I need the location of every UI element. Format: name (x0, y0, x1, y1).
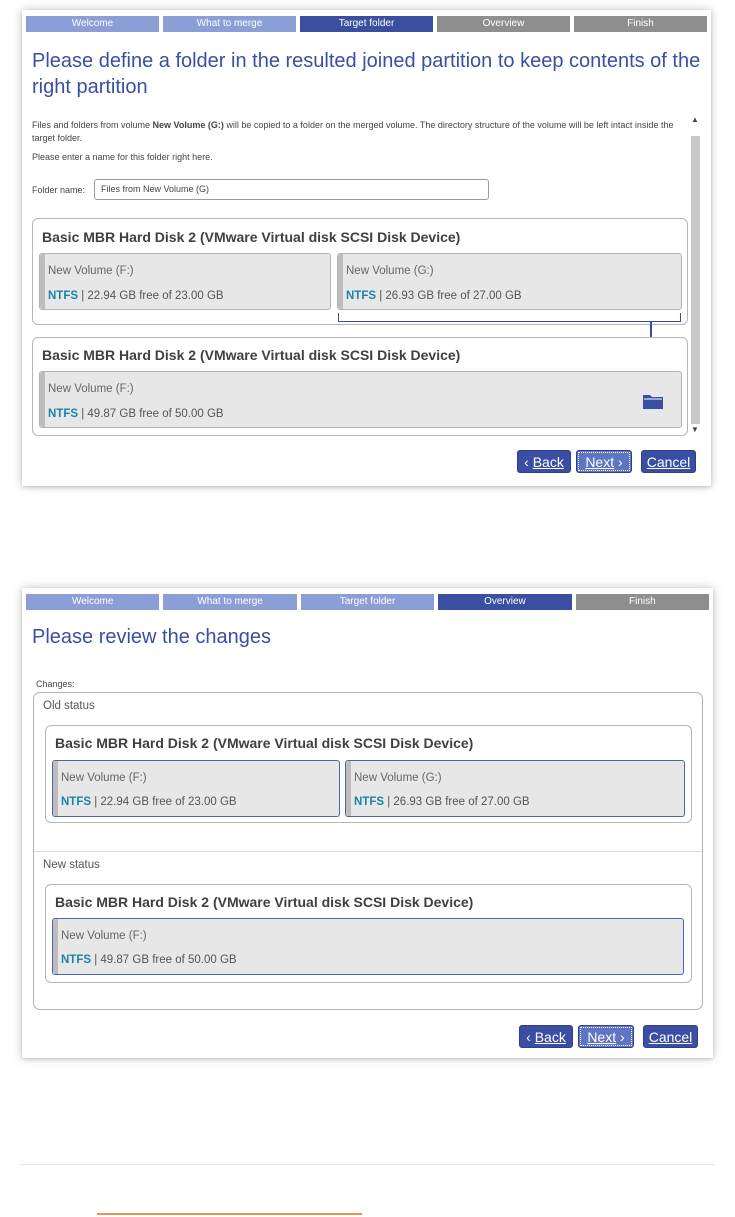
partition-space: | 49.87 GB free of 50.00 GB (91, 954, 237, 966)
partition-g[interactable]: New Volume (G:) NTFS | 26.93 GB free of … (337, 253, 682, 310)
partition-info: NTFS | 49.87 GB free of 50.00 GB (61, 953, 237, 967)
partition-selection-bracket (338, 313, 681, 322)
step-overview: Overview (437, 16, 570, 32)
disk-card-result: Basic MBR Hard Disk 2 (VMware Virtual di… (32, 337, 688, 436)
cancel-button[interactable]: Cancel (643, 1025, 698, 1048)
wizard-target-folder-panel: Welcome What to merge Target folder Over… (22, 10, 711, 486)
step-target-folder: Target folder (300, 16, 433, 32)
partition-space: | 22.94 GB free of 23.00 GB (78, 290, 224, 302)
back-button[interactable]: ‹ Back (519, 1025, 573, 1048)
scroll-down-icon[interactable]: ▼ (689, 424, 701, 436)
page-title: Please review the changes (32, 626, 272, 648)
partition-info: NTFS | 26.93 GB free of 27.00 GB (346, 289, 522, 303)
disk-card-old: Basic MBR Hard Disk 2 (VMware Virtual di… (45, 725, 692, 823)
cancel-label: Cancel (646, 454, 691, 470)
filesystem-label: NTFS (48, 290, 79, 302)
partition-f[interactable]: New Volume (F:) NTFS | 22.94 GB free of … (39, 253, 331, 310)
partition-info: NTFS | 26.93 GB free of 27.00 GB (354, 795, 530, 809)
disk-card-current: Basic MBR Hard Disk 2 (VMware Virtual di… (32, 218, 688, 325)
partition-merged[interactable]: New Volume (F:) NTFS | 49.87 GB free of … (39, 371, 682, 428)
partition-space: | 26.93 GB free of 27.00 GB (376, 290, 522, 302)
partition-merged[interactable]: New Volume (F:) NTFS | 49.87 GB free of … (52, 918, 684, 975)
step-what-to-merge: What to merge (163, 16, 296, 32)
partition-name: New Volume (F:) (61, 772, 147, 784)
wizard-steps: Welcome What to merge Target folder Over… (26, 16, 707, 32)
next-button[interactable]: Next › (576, 450, 632, 473)
filesystem-label: NTFS (61, 796, 92, 808)
step-finish: Finish (574, 16, 707, 32)
next-label: Next (585, 454, 615, 470)
step-finish: Finish (575, 594, 710, 610)
scroll-thumb[interactable] (691, 136, 700, 424)
step-what-to-merge: What to merge (163, 594, 297, 610)
next-button[interactable]: Next › (578, 1025, 634, 1048)
disk-title: Basic MBR Hard Disk 2 (VMware Virtual di… (42, 229, 461, 245)
cancel-label: Cancel (648, 1029, 693, 1045)
filesystem-label: NTFS (61, 954, 92, 966)
partition-name: New Volume (G:) (354, 772, 442, 784)
wizard-overview-panel: Welcome What to merge Target folder Over… (22, 588, 713, 1058)
scroll-up-icon[interactable]: ▲ (689, 114, 701, 126)
partition-g[interactable]: New Volume (G:) NTFS | 26.93 GB free of … (345, 760, 685, 817)
folder-icon (643, 395, 663, 409)
description-part: Files and folders from volume (32, 120, 153, 130)
old-status-label: Old status (43, 700, 95, 712)
back-button[interactable]: ‹ Back (517, 450, 571, 473)
vertical-scrollbar[interactable]: ▲ ▼ (689, 114, 701, 436)
disk-title: Basic MBR Hard Disk 2 (VMware Virtual di… (42, 347, 461, 363)
disk-title: Basic MBR Hard Disk 2 (VMware Virtual di… (55, 735, 474, 751)
wizard-steps: Welcome What to merge Target folder Over… (26, 594, 710, 610)
step-welcome: Welcome (26, 16, 159, 32)
partition-info: NTFS | 22.94 GB free of 23.00 GB (61, 795, 237, 809)
step-overview: Overview (438, 594, 572, 610)
folder-name-label: Folder name: (32, 185, 86, 195)
back-label: Back (532, 454, 564, 470)
status-divider (34, 851, 702, 852)
page-divider (20, 1164, 715, 1165)
partition-space: | 22.94 GB free of 23.00 GB (91, 796, 237, 808)
step-welcome: Welcome (26, 594, 160, 610)
partition-space: | 26.93 GB free of 27.00 GB (384, 796, 530, 808)
folder-name-input[interactable]: Files from New Volume (G) (94, 179, 489, 200)
step-target-folder: Target folder (300, 594, 435, 610)
next-label: Next (587, 1029, 617, 1045)
back-label: Back (534, 1029, 566, 1045)
cancel-button[interactable]: Cancel (641, 450, 696, 473)
disk-card-new: Basic MBR Hard Disk 2 (VMware Virtual di… (45, 884, 692, 983)
page-title: Please define a folder in the resulted j… (32, 50, 701, 98)
partition-name: New Volume (F:) (48, 383, 134, 395)
changes-group: Old status Basic MBR Hard Disk 2 (VMware… (33, 692, 703, 1010)
changes-label: Changes: (36, 679, 75, 689)
partition-name: New Volume (G:) (346, 265, 434, 277)
partition-space: | 49.87 GB free of 50.00 GB (78, 408, 224, 420)
source-volume-name: New Volume (G:) (152, 120, 224, 130)
disk-title: Basic MBR Hard Disk 2 (VMware Virtual di… (55, 894, 474, 910)
description-text: Files and folders from volume New Volume… (32, 119, 687, 145)
decorative-underline (97, 1213, 362, 1215)
filesystem-label: NTFS (48, 408, 79, 420)
partition-f[interactable]: New Volume (F:) NTFS | 22.94 GB free of … (52, 760, 340, 817)
partition-info: NTFS | 22.94 GB free of 23.00 GB (48, 289, 224, 303)
filesystem-label: NTFS (354, 796, 385, 808)
filesystem-label: NTFS (346, 290, 377, 302)
instruction-text: Please enter a name for this folder righ… (32, 152, 213, 162)
partition-info: NTFS | 49.87 GB free of 50.00 GB (48, 407, 224, 421)
new-status-label: New status (43, 859, 100, 871)
partition-name: New Volume (F:) (61, 930, 147, 942)
partition-name: New Volume (F:) (48, 265, 134, 277)
